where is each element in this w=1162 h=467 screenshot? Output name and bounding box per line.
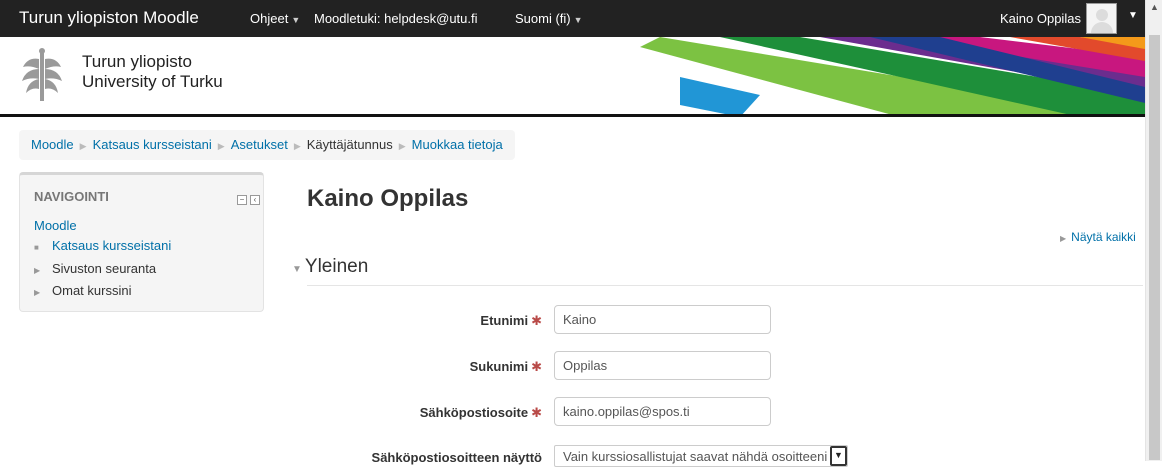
required-icon: ✱: [531, 359, 542, 374]
expand-arrow-icon: ▶: [34, 266, 41, 275]
scroll-thumb[interactable]: [1149, 35, 1160, 460]
menu-help[interactable]: Ohjeet ▼: [250, 11, 300, 26]
nav-item-label: Omat kurssini: [52, 283, 132, 298]
page-title: Kaino Oppilas: [307, 185, 469, 212]
page-scrollbar[interactable]: ▲: [1145, 0, 1162, 461]
nav-item-my-courses[interactable]: ▶ Omat kurssini: [34, 283, 131, 298]
show-all-link[interactable]: ▶ Näytä kaikki: [1060, 230, 1136, 244]
lastname-label-text: Sukunimi: [469, 359, 529, 374]
select-dropdown-arrow-icon[interactable]: ▼: [830, 446, 847, 466]
email-label: Sähköpostiosoite ✱: [420, 405, 542, 421]
navigation-block-title: NAVIGOINTI: [34, 189, 109, 204]
menu-language[interactable]: Suomi (fi) ▼: [515, 11, 583, 26]
breadcrumb-separator-icon: ▶: [398, 141, 406, 151]
menu-help-label: Ohjeet: [250, 11, 289, 26]
menu-support-email[interactable]: Moodletuki: helpdesk@utu.fi: [314, 11, 478, 26]
site-header: Turun yliopisto University of Turku: [0, 37, 1145, 117]
email-label-text: Sähköpostiosoite: [419, 405, 529, 420]
chevron-down-icon: ▼: [573, 15, 583, 25]
header-stripes-graphic: [640, 37, 1145, 114]
nav-item-site-tracking[interactable]: ▶ Sivuston seuranta: [34, 261, 156, 276]
firstname-label-text: Etunimi: [480, 313, 529, 328]
required-icon: ✱: [531, 405, 542, 420]
breadcrumb-item-moodle[interactable]: Moodle: [31, 137, 74, 152]
expand-all-arrow-icon: ▶: [1060, 234, 1067, 243]
email-display-label: Sähköpostiosoitteen näyttö: [371, 450, 542, 465]
firstname-input[interactable]: [554, 305, 771, 334]
breadcrumb-item-edit-profile[interactable]: Muokkaa tietoja: [412, 137, 503, 152]
breadcrumb-separator-icon: ▶: [217, 141, 225, 151]
nav-item-my-courses-overview[interactable]: ■ Katsaus kursseistani: [34, 238, 171, 253]
menu-language-label: Suomi (fi): [515, 11, 571, 26]
email-display-select[interactable]: Vain kurssiosallistujat saavat nähdä oso…: [554, 445, 848, 467]
nav-item-label: Sivuston seuranta: [52, 261, 157, 276]
avatar-body-shape: [1091, 22, 1113, 33]
breadcrumb-separator-icon: ▶: [293, 141, 301, 151]
user-avatar[interactable]: [1086, 3, 1117, 34]
dock-block-icon[interactable]: ‹: [250, 195, 260, 205]
avatar-head-shape: [1096, 9, 1108, 21]
lastname-label: Sukunimi ✱: [470, 359, 542, 375]
site-brand-link[interactable]: Turun yliopiston Moodle: [19, 8, 199, 28]
breadcrumb: Moodle ▶ Katsaus kursseistani ▶ Asetukset ▶ Kä…: [19, 130, 515, 160]
breadcrumb-separator-icon: ▶: [79, 141, 87, 151]
show-all-label: Näytä kaikki: [1071, 230, 1136, 244]
bullet-icon: ■: [34, 243, 39, 252]
user-menu-caret-icon[interactable]: ▼: [1128, 10, 1138, 21]
user-menu-name[interactable]: Kaino Oppilas: [1000, 11, 1081, 26]
navigation-block: NAVIGOINTI − ‹ Moodle ■ Katsaus kursseist…: [19, 172, 264, 312]
collapse-section-icon: ▼: [292, 264, 302, 275]
section-general-header[interactable]: ▼ Yleinen: [292, 256, 368, 278]
breadcrumb-item-settings[interactable]: Asetukset: [231, 137, 288, 152]
nav-item-label: Katsaus kursseistani: [52, 238, 172, 253]
section-general-title: Yleinen: [304, 256, 369, 277]
collapse-block-icon[interactable]: −: [237, 195, 247, 205]
firstname-label: Etunimi ✱: [480, 313, 542, 329]
nav-item-moodle[interactable]: Moodle: [34, 218, 77, 233]
lastname-input[interactable]: [554, 351, 771, 380]
scroll-up-arrow-icon[interactable]: ▲: [1150, 2, 1159, 12]
expand-arrow-icon: ▶: [34, 288, 41, 297]
section-divider: [307, 285, 1143, 286]
required-icon: ✱: [531, 313, 542, 328]
breadcrumb-item-account: Käyttäjätunnus: [306, 137, 393, 152]
chevron-down-icon: ▼: [291, 15, 301, 25]
email-input[interactable]: [554, 397, 771, 426]
top-navbar: Turun yliopiston Moodle Ohjeet ▼ Moodletu…: [0, 0, 1162, 37]
breadcrumb-item-my-courses[interactable]: Katsaus kursseistani: [93, 137, 212, 152]
